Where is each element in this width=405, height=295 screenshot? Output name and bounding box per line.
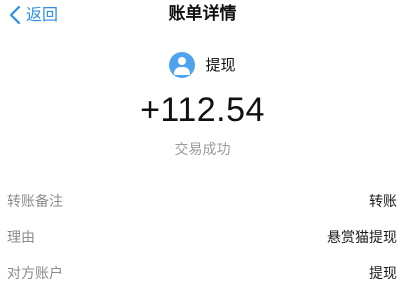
detail-label: 对方账户 [7, 266, 63, 282]
transaction-status: 交易成功 [174, 142, 231, 158]
detail-label: 转账备注 [7, 194, 63, 210]
detail-list: 转账备注 转账 理由 悬赏猫提现 对方账户 提现 [0, 188, 405, 295]
detail-row-counterparty[interactable]: 对方账户 提现 [0, 260, 405, 295]
detail-label: 理由 [7, 230, 35, 246]
nav-bar: 返回 账单详情 [0, 0, 405, 32]
detail-row-reason: 理由 悬赏猫提现 [0, 224, 405, 260]
detail-value: 悬赏猫提现 [327, 230, 397, 246]
transaction-amount: +112.54 [140, 91, 265, 129]
payee-name: 提现 [205, 56, 236, 74]
payee-header: 提现 [0, 51, 405, 79]
detail-value: 转账 [369, 194, 397, 210]
detail-value: 提现 [369, 266, 397, 282]
detail-row-note: 转账备注 转账 [0, 188, 405, 224]
user-avatar-icon [169, 52, 196, 78]
page-title: 账单详情 [168, 4, 237, 24]
bill-detail-screen: 返回 账单详情 提现 +112.54 交易成功 转账备注 转账 理由 悬赏猫提现… [0, 0, 405, 295]
